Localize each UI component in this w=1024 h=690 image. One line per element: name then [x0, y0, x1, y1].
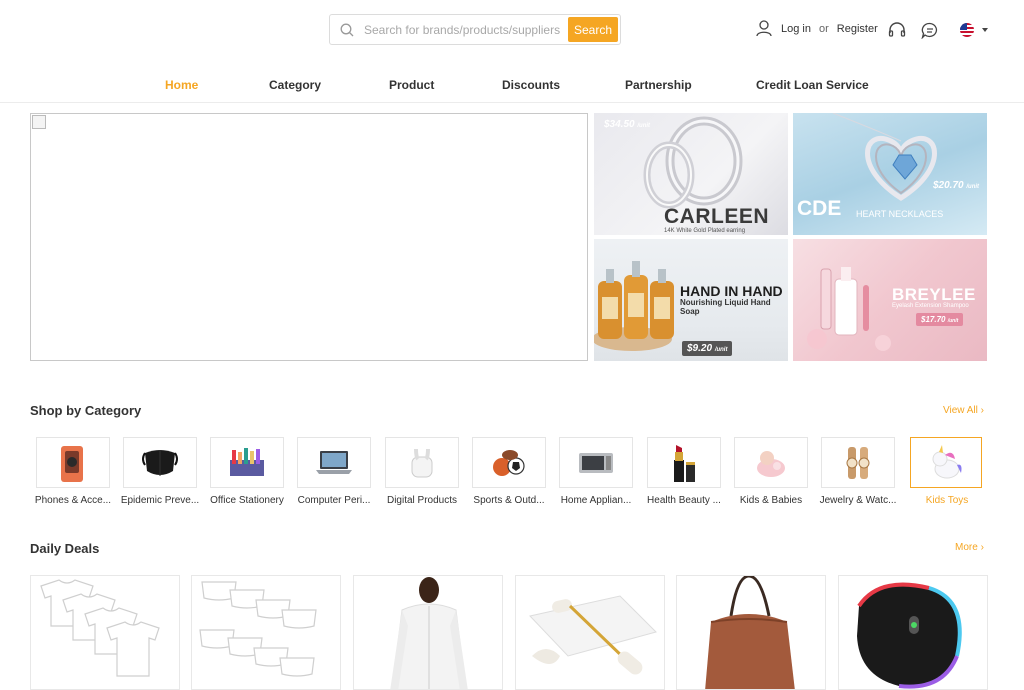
promo-breylee[interactable]: BREYLEE Eyelash Extension Shampoo $17.70… [793, 239, 987, 361]
promo-brand: CDE [797, 197, 842, 220]
search-box: Search [329, 14, 621, 45]
user-area: Log in or Register [756, 20, 878, 37]
category-home-appliances[interactable]: Home Applian... [559, 437, 633, 506]
category-digital-products[interactable]: Digital Products [385, 437, 459, 506]
category-sports-outdoor[interactable]: Sports & Outd... [472, 437, 546, 506]
category-computer-peripherals[interactable]: Computer Peri... [297, 437, 371, 506]
chevron-right-icon: › [980, 542, 984, 553]
promo-subtitle: HEART NECKLACES [856, 209, 944, 219]
category-health-beauty[interactable]: Health Beauty ... [647, 437, 721, 506]
category-jewelry-watches[interactable]: Jewelry & Watc... [820, 437, 896, 506]
deal-brown-handbag[interactable] [676, 575, 826, 690]
briefs-image [199, 581, 317, 677]
promo-brand: CARLEEN [664, 205, 770, 228]
search-icon [330, 15, 364, 44]
watch-icon [821, 437, 895, 488]
promo-subtitle: 14K White Gold Plated earring [664, 228, 746, 234]
promo-brand: HAND IN HAND [680, 283, 783, 299]
promo-price: $34.50 /unit [604, 119, 651, 130]
main-banner[interactable] [30, 113, 588, 361]
language-selector[interactable] [958, 20, 990, 40]
tshirts-image [40, 579, 160, 677]
nav-home[interactable]: Home [165, 78, 198, 92]
microwave-icon [559, 437, 633, 488]
or-text: or [818, 22, 829, 35]
nav-discounts[interactable]: Discounts [502, 78, 560, 92]
nav-category[interactable]: Category [269, 78, 321, 92]
category-office-stationery[interactable]: Office Stationery [210, 437, 284, 506]
deal-white-briefs[interactable] [191, 575, 341, 690]
promo-price: $20.70 /unit [933, 180, 980, 191]
view-all-link[interactable]: View All › [943, 405, 984, 416]
category-phones[interactable]: Phones & Acce... [35, 437, 111, 506]
category-kids-babies[interactable]: Kids & Babies [734, 437, 808, 506]
more-link[interactable]: More › [955, 542, 984, 553]
headset-icon[interactable] [887, 20, 907, 40]
promo-brand: BREYLEE [892, 285, 976, 304]
balls-icon [472, 437, 546, 488]
user-icon [756, 20, 772, 37]
promo-hand-in-hand[interactable]: HAND IN HAND Nourishing Liquid Hand Soap… [594, 239, 788, 361]
unicorn-icon [910, 437, 982, 488]
lipstick-icon [647, 437, 721, 488]
jade-roller-image [529, 595, 657, 675]
chevron-down-icon [982, 28, 988, 32]
mouse-image [857, 582, 962, 689]
chat-icon[interactable] [920, 20, 940, 40]
register-link[interactable]: Register [837, 23, 878, 35]
earbuds-icon [385, 437, 459, 488]
hoodie-image [390, 577, 468, 689]
main-nav: Home Category Product Discounts Partners… [0, 62, 1024, 103]
chevron-right-icon: › [980, 405, 984, 416]
category-epidemic[interactable]: Epidemic Preve... [121, 437, 199, 506]
laptop-icon [297, 437, 371, 488]
deal-white-hoodie[interactable] [353, 575, 503, 690]
promo-price: $17.70 /unit [916, 313, 964, 326]
nav-partnership[interactable]: Partnership [625, 78, 692, 92]
category-kids-toys[interactable]: Kids Toys [910, 437, 984, 506]
deal-jade-roller[interactable] [515, 575, 665, 690]
promo-price: $9.20 /unit [682, 341, 733, 356]
promo-subtitle: Nourishing Liquid Hand Soap [680, 298, 771, 316]
deal-rgb-mouse[interactable] [838, 575, 988, 690]
mask-icon [123, 437, 197, 488]
handbag-image [705, 576, 795, 689]
promo-carleen[interactable]: $34.50 /unit CARLEEN 14K White Gold Plat… [594, 113, 788, 235]
promo-cde[interactable]: $20.70 /unit CDE HEART NECKLACES [793, 113, 987, 235]
shop-by-category-title: Shop by Category [30, 403, 142, 418]
daily-deals-title: Daily Deals [30, 541, 100, 556]
search-button[interactable]: Search [568, 17, 618, 42]
phone-icon [36, 437, 110, 488]
nav-credit-loan-service[interactable]: Credit Loan Service [756, 78, 869, 92]
broken-image-icon [32, 115, 46, 129]
login-link[interactable]: Log in [781, 23, 811, 35]
promo-subtitle: Eyelash Extension Shampoo [892, 303, 969, 309]
stationery-icon [210, 437, 284, 488]
nav-product[interactable]: Product [389, 78, 434, 92]
us-flag-icon [960, 23, 988, 37]
header: Search Log in or Register [0, 0, 1024, 62]
baby-icon [734, 437, 808, 488]
deal-white-tshirts[interactable] [30, 575, 180, 690]
